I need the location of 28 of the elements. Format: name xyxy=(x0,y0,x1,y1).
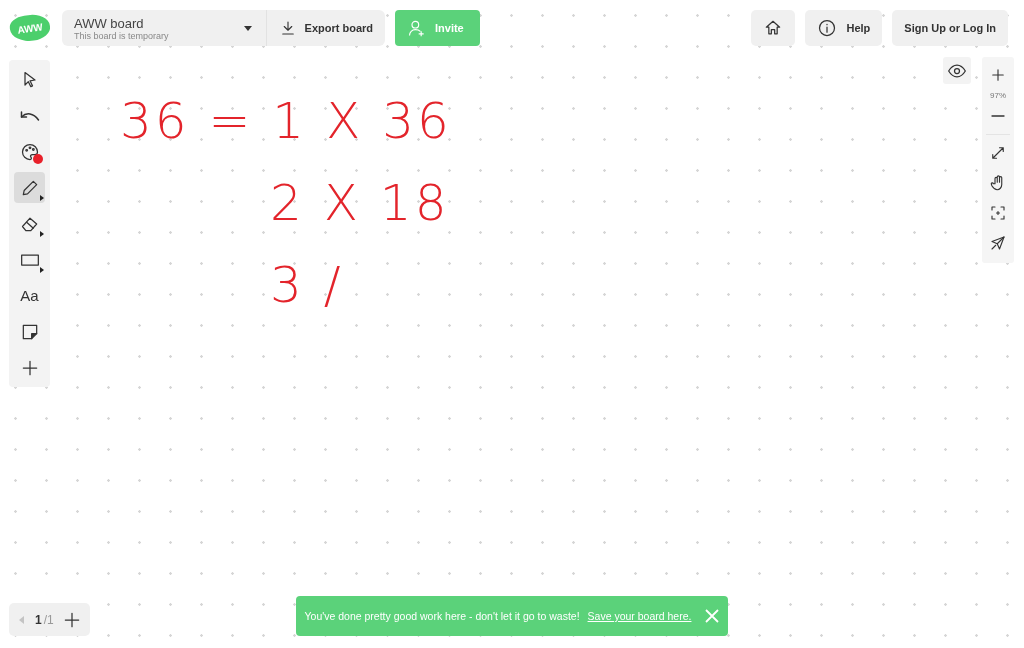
home-button[interactable] xyxy=(750,10,795,46)
triangle-left-icon xyxy=(17,614,27,625)
add-user-icon xyxy=(407,18,427,38)
help-button[interactable]: Help xyxy=(804,10,883,46)
handwritten-text: 3 / xyxy=(270,255,345,316)
undo-icon xyxy=(20,111,39,120)
pencil-tool[interactable] xyxy=(14,172,45,203)
board-title: AWW board xyxy=(74,15,145,31)
text-tool[interactable]: Aa xyxy=(14,280,45,311)
toast-message: You've done pretty good work here - don't let it go to waste! xyxy=(304,610,580,622)
handwritten-text: 2 X 18 xyxy=(270,173,451,234)
export-button[interactable]: Export board xyxy=(265,10,385,46)
page-number: 1 xyxy=(35,612,42,627)
close-icon xyxy=(705,609,720,623)
expand-icon xyxy=(989,144,1007,162)
plus-icon xyxy=(989,66,1007,84)
view-button[interactable] xyxy=(943,57,971,84)
page-total: /1 xyxy=(43,612,54,627)
board-name-field[interactable]: AWW board This board is temporary Export board xyxy=(62,10,385,46)
palette-icon xyxy=(19,141,40,162)
sign-in-button[interactable]: Sign Up or Log In xyxy=(892,10,1008,46)
info-icon xyxy=(816,18,837,38)
focus-icon xyxy=(989,204,1007,222)
paper-plane-icon xyxy=(989,234,1007,252)
handwritten-text: 36 = 1 X 36 xyxy=(120,91,452,152)
zoom-level: 97% xyxy=(990,91,1006,100)
board-subtitle: This board is temporary xyxy=(74,30,170,41)
minus-icon xyxy=(992,115,1004,117)
